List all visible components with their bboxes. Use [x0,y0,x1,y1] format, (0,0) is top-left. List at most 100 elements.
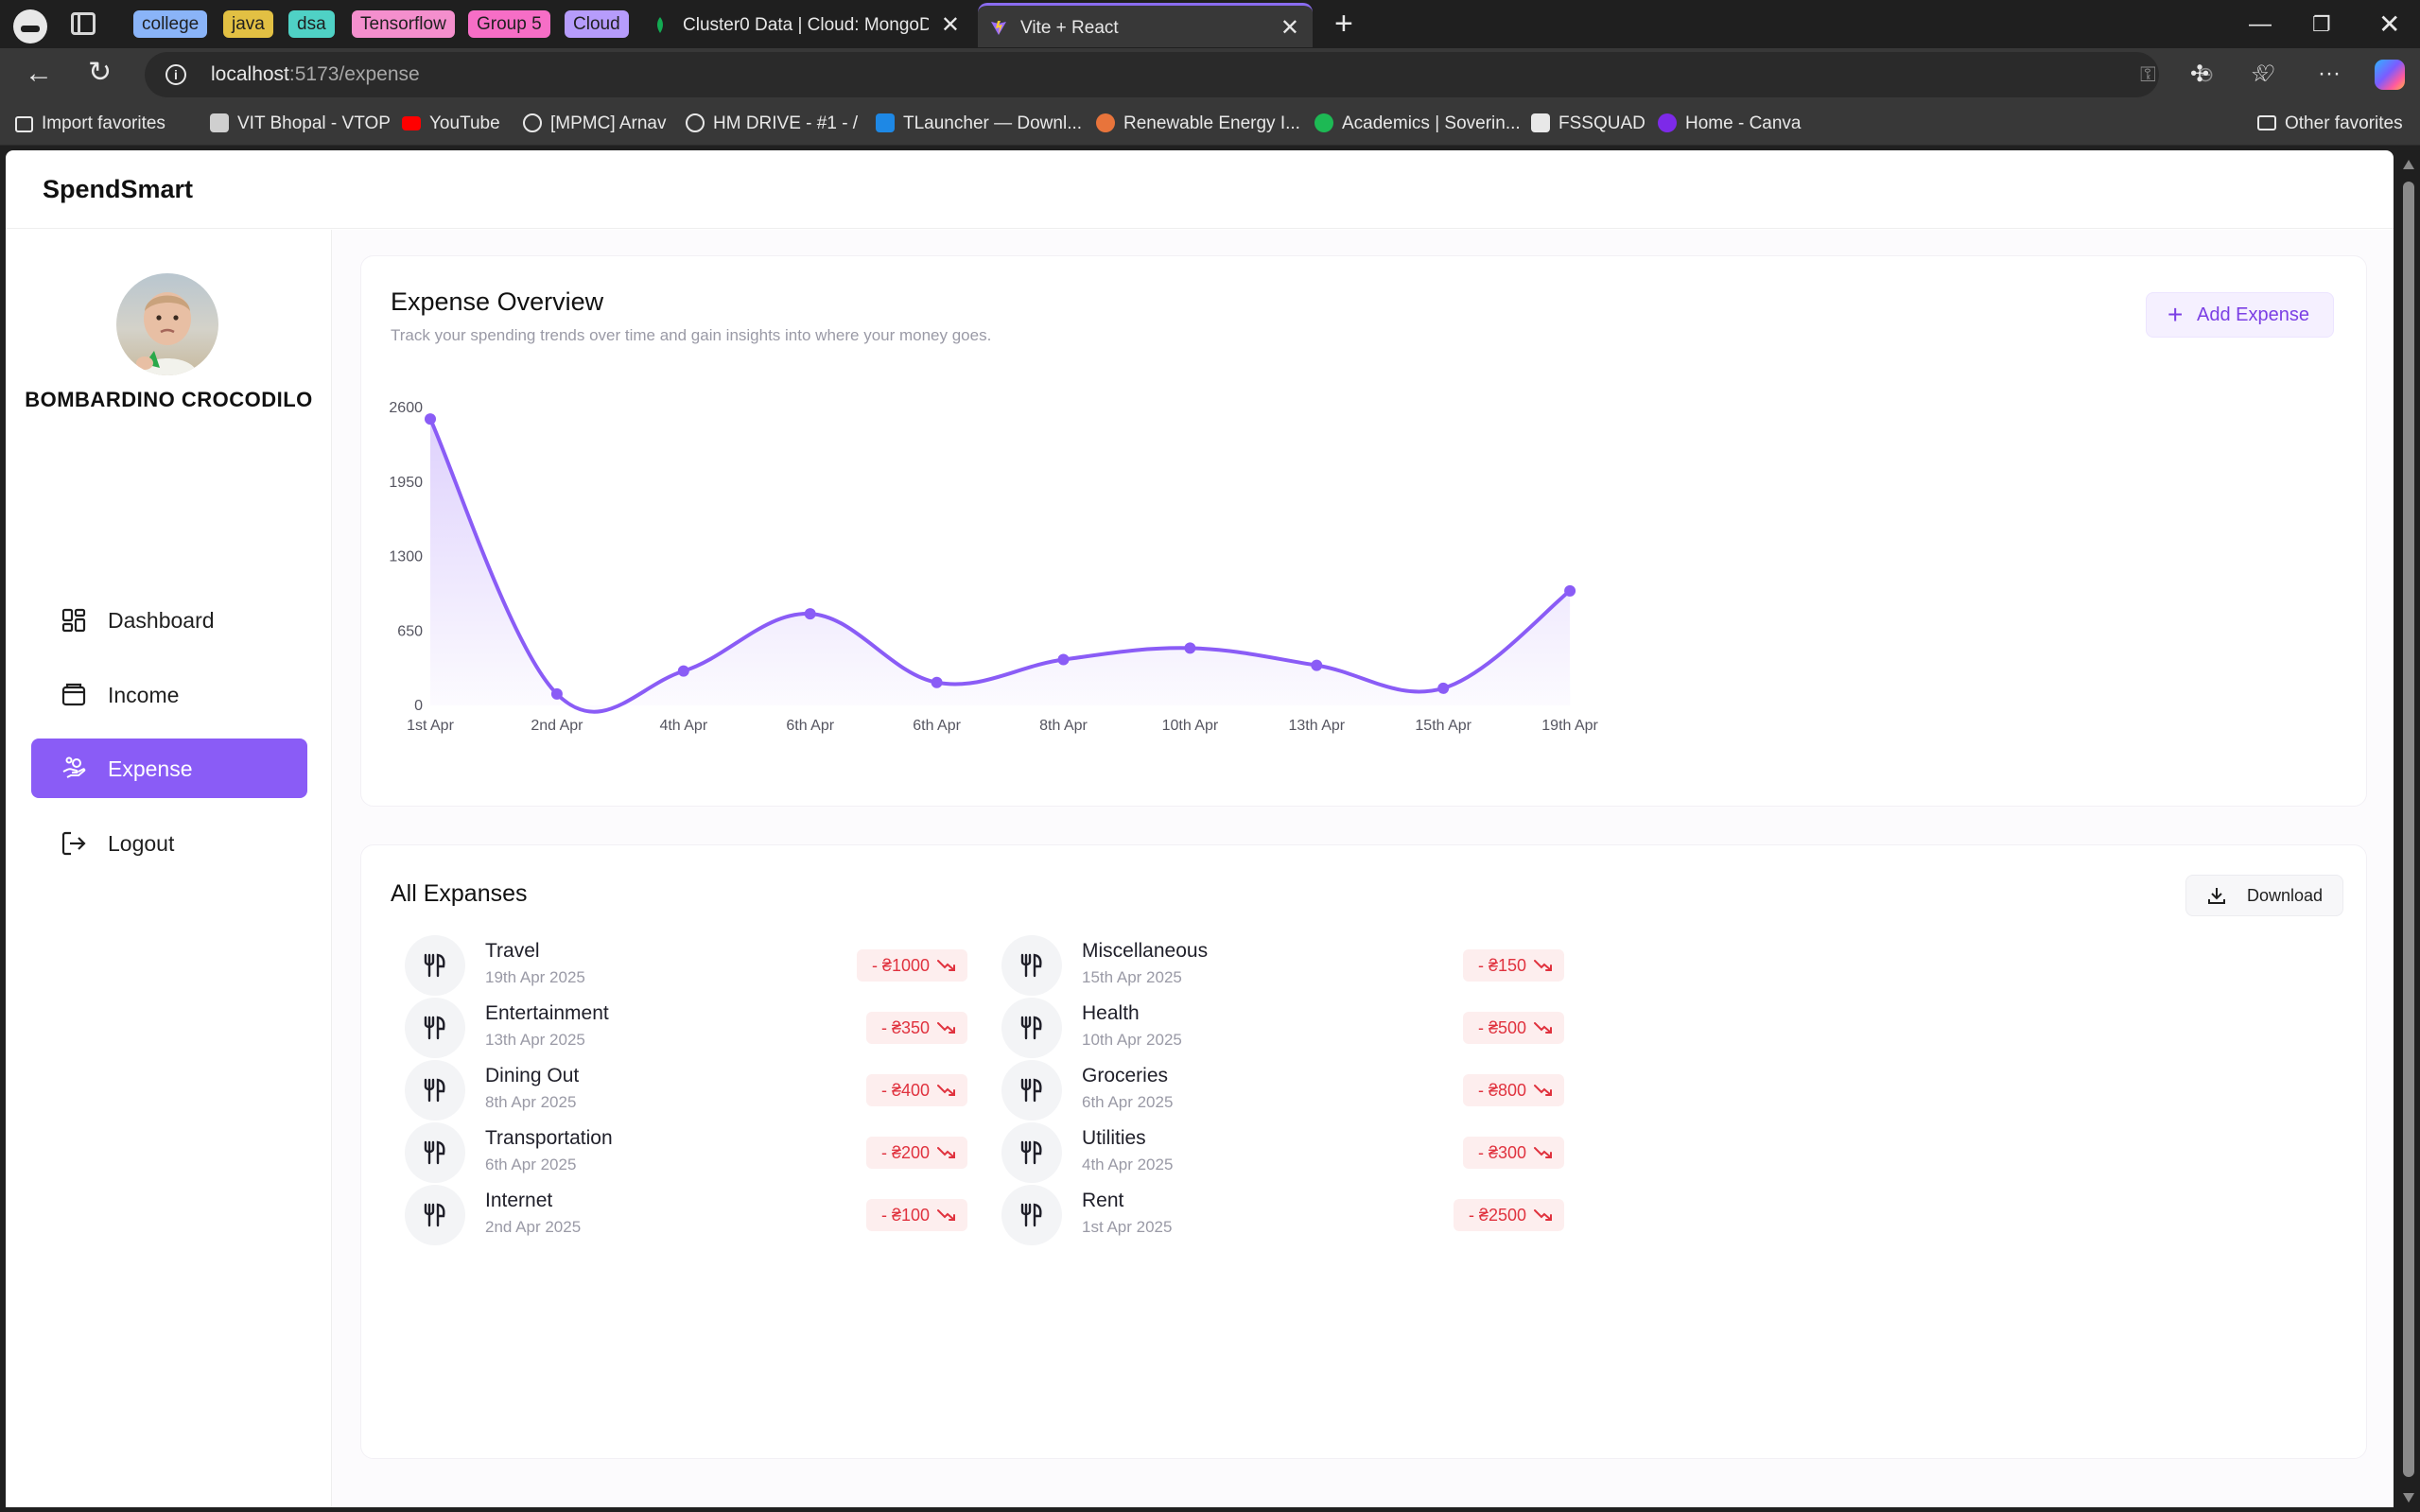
expense-amount-badge: - ₴150 [1462,949,1564,982]
tab-group-cloud[interactable]: Cloud [565,10,629,38]
download-button[interactable]: Download [2185,875,2343,916]
expense-date: 1st Apr 2025 [1082,1218,1173,1236]
bookmark-vit-bhopal[interactable]: VIT Bhopal - VTOP [210,113,391,134]
expense-date: 4th Apr 2025 [1082,1156,1174,1173]
bookmark-fssquad[interactable]: FSSQUAD [1531,113,1645,134]
chart-point [1057,653,1070,666]
add-expense-label: Add Expense [2197,304,2309,325]
bookmark-academics[interactable]: Academics | Soverin... [1314,113,1521,134]
chart-area-fill [430,419,1571,712]
new-tab-icon[interactable]: + [1334,6,1353,42]
key-icon[interactable]: ⚿ [2140,62,2156,87]
scroll-up-icon[interactable] [2403,160,2414,169]
expense-list-item[interactable]: Dining Out 8th Apr 2025 - ₴400 [389,1057,967,1123]
bookmark-label: YouTube [429,113,500,133]
expense-amount-badge: - ₴800 [1462,1074,1564,1106]
extensions-icon[interactable]: ✣ [2190,61,2209,88]
expense-list-item[interactable]: Travel 19th Apr 2025 - ₴1000 [389,932,967,999]
profile-icon[interactable] [13,9,47,43]
expense-date: 2nd Apr 2025 [485,1218,582,1236]
trending-down-icon [1534,1209,1552,1221]
chart-x-tick-label: 1st Apr [407,718,454,734]
more-options-icon[interactable]: ··· [2318,61,2341,87]
expense-amount: - ₴300 [1477,1143,1526,1162]
expense-list-item[interactable]: Transportation 6th Apr 2025 - ₴200 [389,1120,967,1186]
back-icon[interactable]: ← [25,60,53,88]
sidebar-item-logout[interactable]: Logout [31,813,307,873]
chart-y-tick-label: 1300 [389,549,423,565]
avatar [116,273,218,375]
browser-tab-bar: college java dsa Tensorflow Group 5 Clou… [0,0,2420,48]
bookmark-canva[interactable]: Home - Canva [1658,113,1802,134]
expense-amount: - ₴400 [880,1081,930,1100]
address-bar[interactable]: i localhost:5173/expense ⚿ ⊖ ☆ [145,52,2270,97]
expense-list-item[interactable]: Rent 1st Apr 2025 - ₴2500 [985,1182,1564,1248]
browser-tab-vite[interactable]: Vite + React ✕ [978,3,1313,47]
bookmark-label: Import favorites [42,113,165,133]
bookmark-label: Home - Canva [1685,113,1802,133]
expense-list-item[interactable]: Internet 2nd Apr 2025 - ₴100 [389,1182,967,1248]
import-icon [15,116,33,132]
download-label: Download [2247,886,2324,905]
bookmark-tlauncher[interactable]: TLauncher — Downl... [876,113,1082,134]
site-info-icon[interactable]: i [165,64,186,85]
close-tab-icon[interactable]: ✕ [941,3,960,47]
close-tab-icon[interactable]: ✕ [1280,6,1299,50]
sidebar-item-label: Income [108,683,180,707]
brand-logo-text[interactable]: SpendSmart [43,175,193,204]
bookmark-renewable-energy[interactable]: Renewable Energy I... [1096,113,1300,134]
cutlery-icon [405,935,465,996]
expense-list-item[interactable]: Utilities 4th Apr 2025 - ₴300 [985,1120,1564,1186]
folder-icon [2257,115,2276,130]
trending-down-icon [1534,1147,1552,1158]
tab-group-java[interactable]: java [223,10,273,38]
bookmark-label: TLauncher — Downl... [903,113,1083,133]
scrollbar-thumb[interactable] [2403,182,2414,1477]
tab-group-tensorflow[interactable]: Tensorflow [352,10,455,38]
window-close-icon[interactable]: ✕ [2378,8,2400,42]
chart-x-tick-label: 6th Apr [913,718,961,734]
vtop-icon [210,113,229,132]
trending-down-icon [1534,960,1552,971]
mongodb-leaf-icon [657,17,663,33]
cutlery-icon [405,1122,465,1183]
plus-icon: + [2168,300,2184,329]
add-expense-button[interactable]: + Add Expense [2146,292,2334,338]
expense-category: Rent [1082,1190,1124,1211]
restore-icon[interactable]: ❐ [2312,8,2331,42]
tlauncher-icon [876,113,895,132]
other-favorites[interactable]: Other favorites [2257,113,2403,134]
chart-x-tick-label: 13th Apr [1288,718,1345,734]
sidebar-item-expense[interactable]: Expense [31,739,307,798]
bookmark-mpmc[interactable]: [MPMC] Arnav [523,113,666,134]
expense-category: Health [1082,1002,1140,1024]
expense-category: Transportation [485,1127,613,1149]
sidebar-item-income[interactable]: Income [31,665,307,724]
tab-group-college[interactable]: college [133,10,208,38]
bookmark-hm-drive[interactable]: HM DRIVE - #1 - / [686,113,858,134]
copilot-icon[interactable] [2375,60,2405,90]
scroll-down-icon[interactable] [2403,1493,2414,1503]
tab-actions-icon[interactable] [71,12,96,35]
browser-essentials-icon[interactable]: ♡ [2255,61,2276,88]
all-expenses-card: All Expanses Download Travel 19th Apr 202… [360,844,2367,1459]
reload-icon[interactable]: ↻ [88,58,112,88]
sidebar-item-dashboard[interactable]: Dashboard [31,590,307,650]
browser-tab-mongodb[interactable]: Cluster0 Data | Cloud: MongoDB Cloud ✕ [639,3,973,47]
expense-list-item[interactable]: Entertainment 13th Apr 2025 - ₴350 [389,995,967,1061]
expense-date: 13th Apr 2025 [485,1031,585,1049]
bookmark-youtube[interactable]: YouTube [402,113,500,134]
minimize-icon[interactable]: — [2249,8,2272,42]
overview-subtitle: Track your spending trends over time and… [391,326,992,344]
tab-group-dsa[interactable]: dsa [288,10,335,38]
tab-group-group5[interactable]: Group 5 [468,10,550,38]
chart-point [931,676,943,688]
globe-icon [686,113,705,132]
expense-amount-badge: - ₴500 [1462,1012,1564,1044]
expense-list-item[interactable]: Groceries 6th Apr 2025 - ₴800 [985,1057,1564,1123]
expense-list-item[interactable]: Health 10th Apr 2025 - ₴500 [985,995,1564,1061]
bookmark-import-favorites[interactable]: Import favorites [15,113,165,134]
expense-list-item[interactable]: Miscellaneous 15th Apr 2025 - ₴150 [985,932,1564,999]
expense-category: Entertainment [485,1002,609,1024]
page-scrollbar[interactable] [2397,150,2420,1512]
